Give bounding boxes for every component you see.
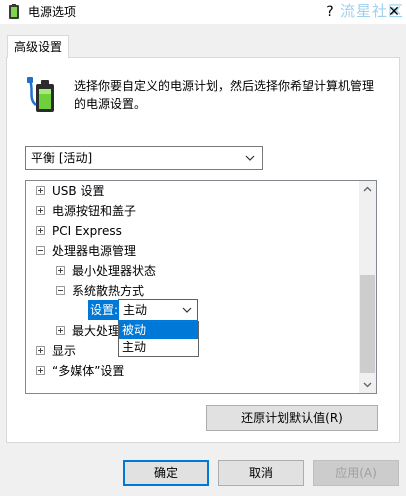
cancel-button[interactable]: 取消 xyxy=(218,460,304,486)
tree-item-pci-express[interactable]: PCI Express xyxy=(36,221,356,241)
scroll-down-icon[interactable] xyxy=(359,376,376,393)
tree-scrollbar[interactable] xyxy=(359,181,376,393)
tree-item-min-processor-state[interactable]: 最小处理器状态 xyxy=(56,261,356,281)
expand-icon[interactable] xyxy=(56,266,65,275)
ok-button[interactable]: 确定 xyxy=(123,460,209,486)
power-plan-value: 平衡 [活动] xyxy=(31,151,93,165)
tree-item-usb-settings[interactable]: USB 设置 xyxy=(36,181,356,201)
expand-icon[interactable] xyxy=(36,186,45,195)
close-button[interactable]: ✕ xyxy=(384,2,404,22)
cooling-policy-select[interactable]: 主动 xyxy=(118,299,198,321)
collapse-icon[interactable] xyxy=(36,246,45,255)
cooling-policy-options: 被动 主动 xyxy=(118,321,199,357)
description-text: 选择你要自定义的电源计划，然后选择你希望计算机管理的电源设置。 xyxy=(74,79,375,111)
tab-advanced-settings[interactable]: 高级设置 xyxy=(7,35,69,58)
restore-defaults-button[interactable]: 还原计划默认值(R) xyxy=(206,405,378,431)
window-title: 电源选项 xyxy=(28,5,77,19)
tree-item-system-cooling-policy[interactable]: 系统散热方式 xyxy=(56,281,356,301)
power-options-icon xyxy=(9,4,19,19)
chevron-down-icon xyxy=(245,155,255,161)
tree-item-label: 显示 xyxy=(52,344,77,358)
collapse-icon[interactable] xyxy=(56,286,65,295)
help-button[interactable]: ? xyxy=(320,2,340,22)
settings-tree[interactable]: USB 设置 电源按钮和盖子 PCI Express 处理器电源管理 最小处理器… xyxy=(25,180,377,394)
cooling-policy-value: 主动 xyxy=(123,303,148,317)
tree-item-max-processor-state[interactable]: 最大处理器状态 xyxy=(56,321,356,341)
expand-icon[interactable] xyxy=(36,346,45,355)
tree-item-label: 电源按钮和盖子 xyxy=(52,204,137,218)
tree-item-power-buttons-lid[interactable]: 电源按钮和盖子 xyxy=(36,201,356,221)
scroll-up-icon[interactable] xyxy=(359,181,376,198)
expand-icon[interactable] xyxy=(36,206,45,215)
tree-item-multimedia-settings[interactable]: “多媒体”设置 xyxy=(36,361,356,381)
title-bar: 电源选项 ? 流星社区 ✕ xyxy=(0,0,406,24)
option-active[interactable]: 主动 xyxy=(119,339,198,356)
battery-plug-icon xyxy=(27,77,54,112)
tree-item-label: USB 设置 xyxy=(52,184,105,198)
power-plan-select[interactable]: 平衡 [活动] xyxy=(25,146,263,170)
expand-icon[interactable] xyxy=(56,326,65,335)
option-passive[interactable]: 被动 xyxy=(119,322,198,339)
tree-item-label: 最小处理器状态 xyxy=(72,264,157,278)
apply-button[interactable]: 应用(A) xyxy=(313,460,399,486)
tree-item-label: 系统散热方式 xyxy=(72,284,145,298)
expand-icon[interactable] xyxy=(36,366,45,375)
chevron-down-icon xyxy=(182,307,192,313)
tree-item-processor-power-management[interactable]: 处理器电源管理 xyxy=(36,241,356,261)
expand-icon[interactable] xyxy=(36,226,45,235)
tree-item-label: 处理器电源管理 xyxy=(52,244,137,258)
tree-item-label: “多媒体”设置 xyxy=(52,364,125,378)
scrollbar-thumb[interactable] xyxy=(360,275,375,373)
setting-label: 设置: xyxy=(88,300,121,320)
tree-item-label: PCI Express xyxy=(52,224,122,238)
